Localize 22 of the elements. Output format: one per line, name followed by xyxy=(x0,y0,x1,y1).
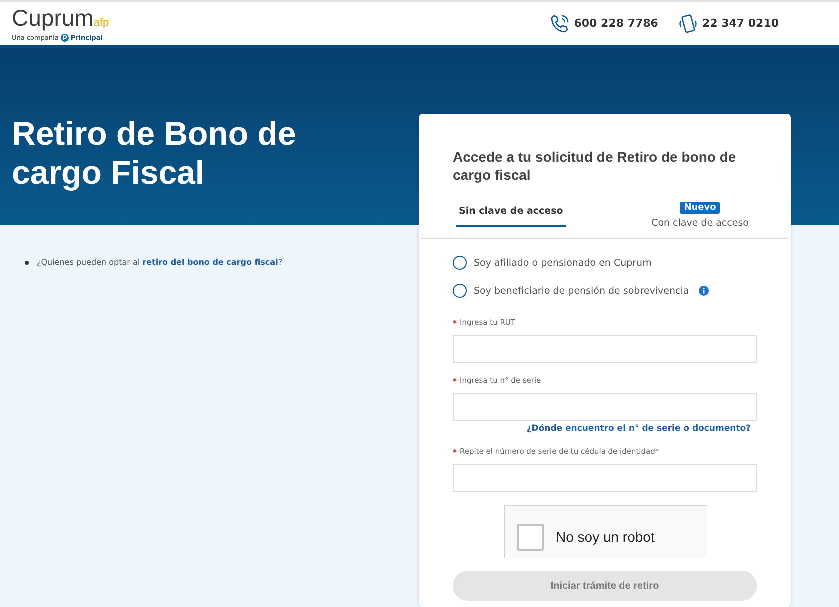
bullet-icon xyxy=(25,260,29,264)
help-link[interactable]: ¿Dónde encuentro el n° de serie o documento? xyxy=(526,424,751,434)
radio-button[interactable] xyxy=(453,284,467,298)
input-field[interactable] xyxy=(453,464,757,492)
captcha-checkbox[interactable] xyxy=(517,524,544,550)
tab[interactable]: Sin clave de acceso xyxy=(456,202,566,227)
phone-number-link[interactable]: 22 347 0210 xyxy=(702,17,779,30)
phone-number-link[interactable]: 600 228 7786 xyxy=(574,17,658,30)
info-sentence: ¿Quienes pueden optar al retiro del bono de cargo fiscal? xyxy=(37,258,283,267)
input-field[interactable] xyxy=(453,393,757,421)
page-title: Retiro de Bono de cargo Fiscal xyxy=(12,114,298,192)
new-badge: Nuevo xyxy=(680,202,720,214)
option-label: Soy afiliado o pensionado en Cuprum xyxy=(474,258,652,268)
option-label: Soy beneficiario de pensión de sobrevivencia xyxy=(474,286,690,296)
card-title: Accede a tu solicitud de Retiro de bono de cargo fiscal xyxy=(453,148,738,184)
input-field[interactable] xyxy=(453,335,757,363)
captcha-label: No soy un robot xyxy=(556,529,655,545)
info-link[interactable]: retiro del bono de cargo fiscal xyxy=(142,258,278,267)
tab[interactable]: Con clave de acceso xyxy=(648,214,752,239)
mobile-phone-icon xyxy=(678,14,698,34)
phone-icon xyxy=(550,14,570,34)
radio-button[interactable] xyxy=(453,256,467,270)
